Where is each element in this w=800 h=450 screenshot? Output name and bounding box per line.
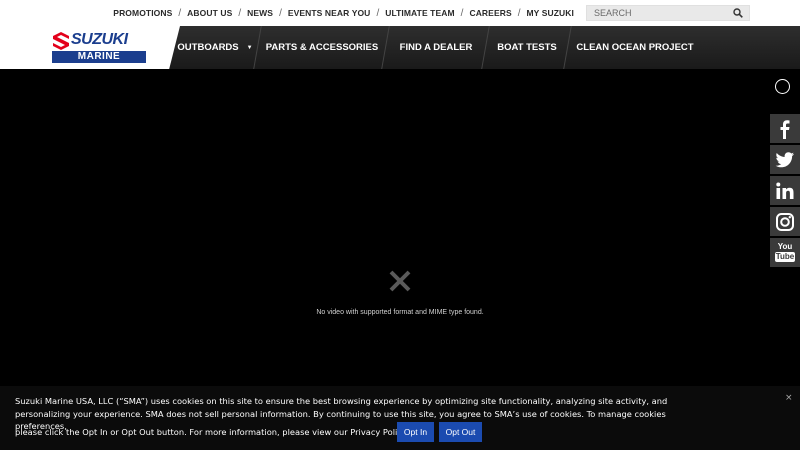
cookie-banner: Suzuki Marine USA, LLC (“SMA”) uses cook… (0, 386, 800, 450)
util-link-ultimate-team[interactable]: ULTIMATE TEAM (385, 8, 454, 18)
search-input[interactable] (587, 6, 727, 20)
util-link-about-us[interactable]: ABOUT US (187, 8, 232, 18)
util-separator: / (178, 7, 182, 19)
twitter-link[interactable] (770, 145, 800, 174)
utility-nav: PROMOTIONS / ABOUT US / NEWS / EVENTS NE… (113, 0, 574, 26)
nav-parts-accessories[interactable]: PARTS & ACCESSORIES (258, 26, 386, 69)
instagram-icon (776, 212, 794, 231)
util-separator: / (376, 7, 380, 19)
nav-clean-ocean-project[interactable]: CLEAN OCEAN PROJECT (568, 26, 702, 69)
logo-marine-text: MARINE (52, 51, 146, 63)
util-separator: / (279, 7, 282, 19)
video-error-icon (389, 270, 411, 292)
cookie-banner-text-line3: please click the Opt In or Opt Out butto… (15, 427, 409, 437)
nav-find-a-dealer[interactable]: FIND A DEALER (386, 26, 486, 69)
nav-boat-tests[interactable]: BOAT TESTS (486, 26, 568, 69)
util-link-promotions[interactable]: PROMOTIONS (113, 8, 172, 18)
nav-outboards-label: OUTBOARDS (177, 42, 239, 53)
facebook-icon (780, 119, 790, 139)
youtube-link[interactable]: You Tube (770, 238, 800, 267)
close-icon[interactable]: × (785, 393, 793, 403)
nav-clean-ocean-project-label: CLEAN OCEAN PROJECT (576, 42, 694, 53)
youtube-icon-text-tube: Tube (774, 252, 796, 262)
search-box (586, 5, 750, 21)
utility-bar: PROMOTIONS / ABOUT US / NEWS / EVENTS NE… (0, 0, 800, 26)
social-sidebar: You Tube (770, 114, 800, 269)
search-icon[interactable] (733, 8, 743, 18)
logo-brand-text: SUZUKI (71, 31, 128, 48)
linkedin-link[interactable] (770, 176, 800, 205)
nav-boat-tests-label: BOAT TESTS (497, 42, 557, 53)
util-separator: / (238, 7, 242, 19)
main-nav: OUTBOARDS ▼ PARTS & ACCESSORIES FIND A D… (172, 26, 702, 69)
video-error-message: No video with supported format and MIME … (316, 309, 484, 316)
util-link-careers[interactable]: CAREERS (469, 8, 511, 18)
util-link-my-suzuki[interactable]: MY SUZUKI (527, 8, 575, 18)
linkedin-icon (776, 182, 794, 199)
chevron-down-icon: ▼ (246, 44, 253, 51)
nav-parts-accessories-label: PARTS & ACCESSORIES (265, 42, 379, 53)
util-separator: / (517, 7, 521, 19)
nav-find-a-dealer-label: FIND A DEALER (399, 42, 473, 53)
opt-out-button[interactable]: Opt Out (439, 422, 482, 442)
instagram-link[interactable] (770, 207, 800, 236)
util-link-events-near-you[interactable]: EVENTS NEAR YOU (288, 8, 371, 18)
facebook-link[interactable] (770, 114, 800, 143)
opt-in-button[interactable]: Opt In (397, 422, 434, 442)
youtube-icon: You Tube (774, 242, 796, 262)
suzuki-marine-logo[interactable]: SUZUKI MARINE (0, 26, 180, 69)
youtube-icon-text-you: You (777, 242, 793, 251)
util-separator: / (460, 7, 464, 19)
nav-outboards[interactable]: OUTBOARDS ▼ (172, 26, 258, 69)
util-link-news[interactable]: NEWS (247, 8, 273, 18)
twitter-icon (775, 151, 794, 167)
video-control-circle-icon[interactable] (775, 79, 790, 94)
main-header: SUZUKI MARINE OUTBOARDS ▼ PARTS & ACCESS… (0, 26, 800, 69)
suzuki-s-logo-icon (53, 32, 69, 50)
